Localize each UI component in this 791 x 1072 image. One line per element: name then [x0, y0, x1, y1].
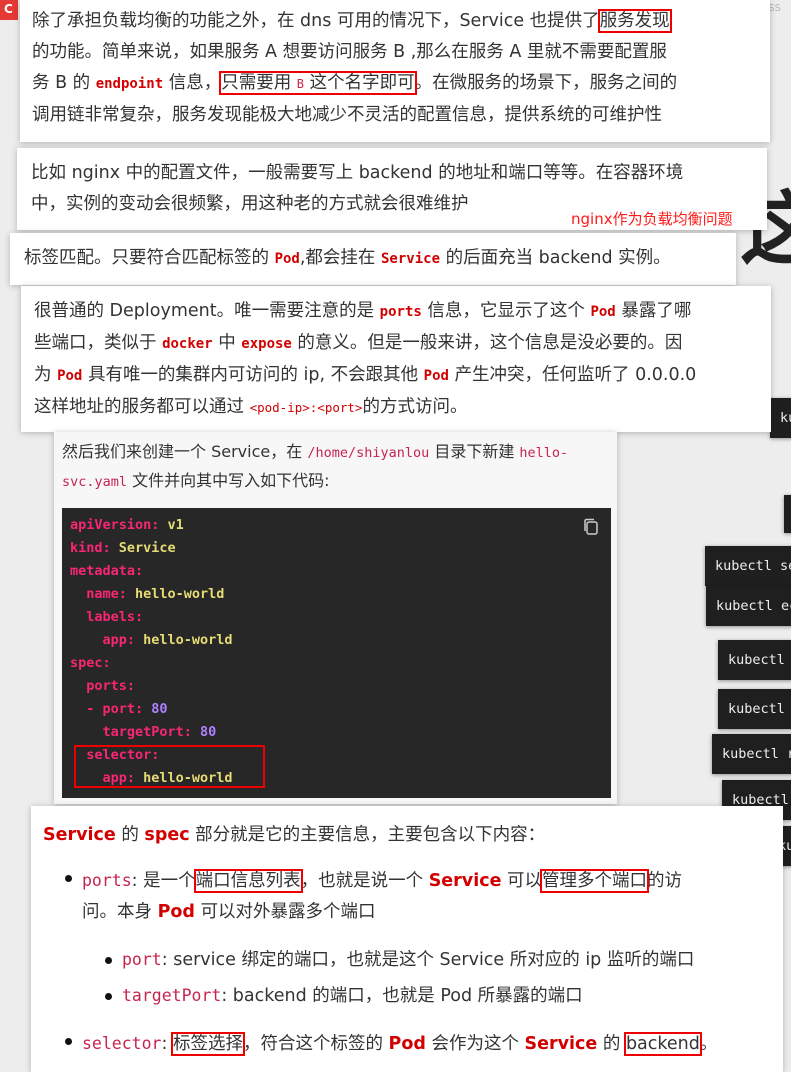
text-line: 然后我们来创建一个 Service，在 /home/shiyanlou 目录下新… — [62, 442, 569, 461]
code-line: app: hello-world — [70, 632, 233, 648]
kubectl-snippet: kubectl ec — [706, 586, 791, 626]
copy-icon[interactable] — [583, 518, 599, 536]
list-item-ports: ports: 是一个端口信息列表，也就是说一个 Service 可以管理多个端口… — [43, 865, 771, 928]
text-line: 为 Pod 具有唯一的集群内可访问的 ip, 不会跟其他 Pod 产生冲突，任何… — [34, 365, 697, 385]
code-line: ports: — [70, 678, 136, 694]
kubectl-snippet-dark-block — [784, 495, 791, 533]
code-line: kind: Service — [70, 540, 176, 556]
kubectl-snippet: ku — [770, 398, 791, 438]
text-line: 的功能。简单来说，如果服务 A 想要访问服务 B ,那么在服务 A 里就不需要配… — [32, 42, 667, 62]
list-item-port: port: service 绑定的端口，也就是这个 Service 所对应的 i… — [43, 944, 771, 976]
spec-heading: Service 的 spec 部分就是它的主要信息，主要包含以下内容： — [43, 825, 546, 845]
service-discovery-card: 除了承担负载均衡的功能之外，在 dns 可用的情况下，Service 也提供了服… — [20, 0, 770, 142]
code-line: spec: — [70, 655, 111, 671]
text-line: 除了承担负载均衡的功能之外，在 dns 可用的情况下，Service 也提供了服… — [32, 9, 672, 33]
deployment-ports-card: 很普通的 Deployment。唯一需要注意的是 ports 信息，它显示了这个… — [21, 286, 771, 432]
highlight-service-discovery: 服务发现 — [597, 9, 672, 33]
kubectl-snippet: kubectl — [718, 640, 791, 680]
code-line: metadata: — [70, 563, 144, 579]
text-line: 调用链非常复杂，服务发现能极大地减少不灵活的配置信息，提供系统的可维护性 — [32, 105, 662, 125]
text-line: svc.yaml 文件并向其中写入如下代码: — [62, 471, 330, 490]
selector-highlight-box — [74, 745, 265, 788]
kubectl-snippet: kubectl — [718, 689, 791, 729]
text-line: 比如 nginx 中的配置文件，一般需要写上 backend 的地址和端口等等。… — [31, 163, 684, 183]
kubectl-snippet: kubectl r — [712, 734, 791, 774]
service-yaml-card: 然后我们来创建一个 Service，在 /home/shiyanlou 目录下新… — [54, 432, 617, 804]
text-line: 务 B 的 endpoint 信息，只需要用 B 这个名字即可。在微服务的场景下… — [32, 71, 678, 95]
code-line: apiVersion: v1 — [70, 517, 184, 533]
code-line: targetPort: 80 — [70, 724, 217, 740]
label-matching-card: 标签匹配。只要符合匹配标签的 Pod,都会挂在 Service 的后面充当 ba… — [10, 233, 736, 285]
text-line: 这样地址的服务都可以通过 <pod-ip>:<port>的方式访问。 — [34, 397, 468, 417]
code-line: labels: — [70, 609, 144, 625]
spec-explanation-card: Service 的 spec 部分就是它的主要信息，主要包含以下内容： port… — [31, 806, 783, 1072]
text-line: 很普通的 Deployment。唯一需要注意的是 ports 信息，它显示了这个… — [34, 301, 692, 321]
text-line: 些端口，类似于 docker 中 expose 的意义。但是一般来讲，这个信息是… — [34, 333, 683, 353]
yaml-code-block[interactable]: apiVersion: v1 kind: Service metadata: n… — [62, 508, 611, 798]
handwritten-note: nginx作为负载均衡问题 — [571, 210, 733, 228]
endpoint-keyword: endpoint — [95, 76, 164, 92]
code-line: - port: 80 — [70, 701, 168, 717]
nginx-config-card: 比如 nginx 中的配置文件，一般需要写上 backend 的地址和端口等等。… — [17, 148, 767, 230]
kubectl-snippet: kubectl se — [705, 546, 791, 586]
list-item-selector: selector: 标签选择，符合这个标签的 Pod 会作为这个 Service… — [43, 1028, 771, 1060]
list-item-targetport: targetPort: backend 的端口，也就是 Pod 所暴露的端口 — [43, 980, 771, 1012]
code-line: name: hello-world — [70, 586, 225, 602]
tab-fragment: C — [0, 0, 18, 20]
highlight-name-only: 只需要用 B 这个名字即可 — [219, 71, 417, 95]
